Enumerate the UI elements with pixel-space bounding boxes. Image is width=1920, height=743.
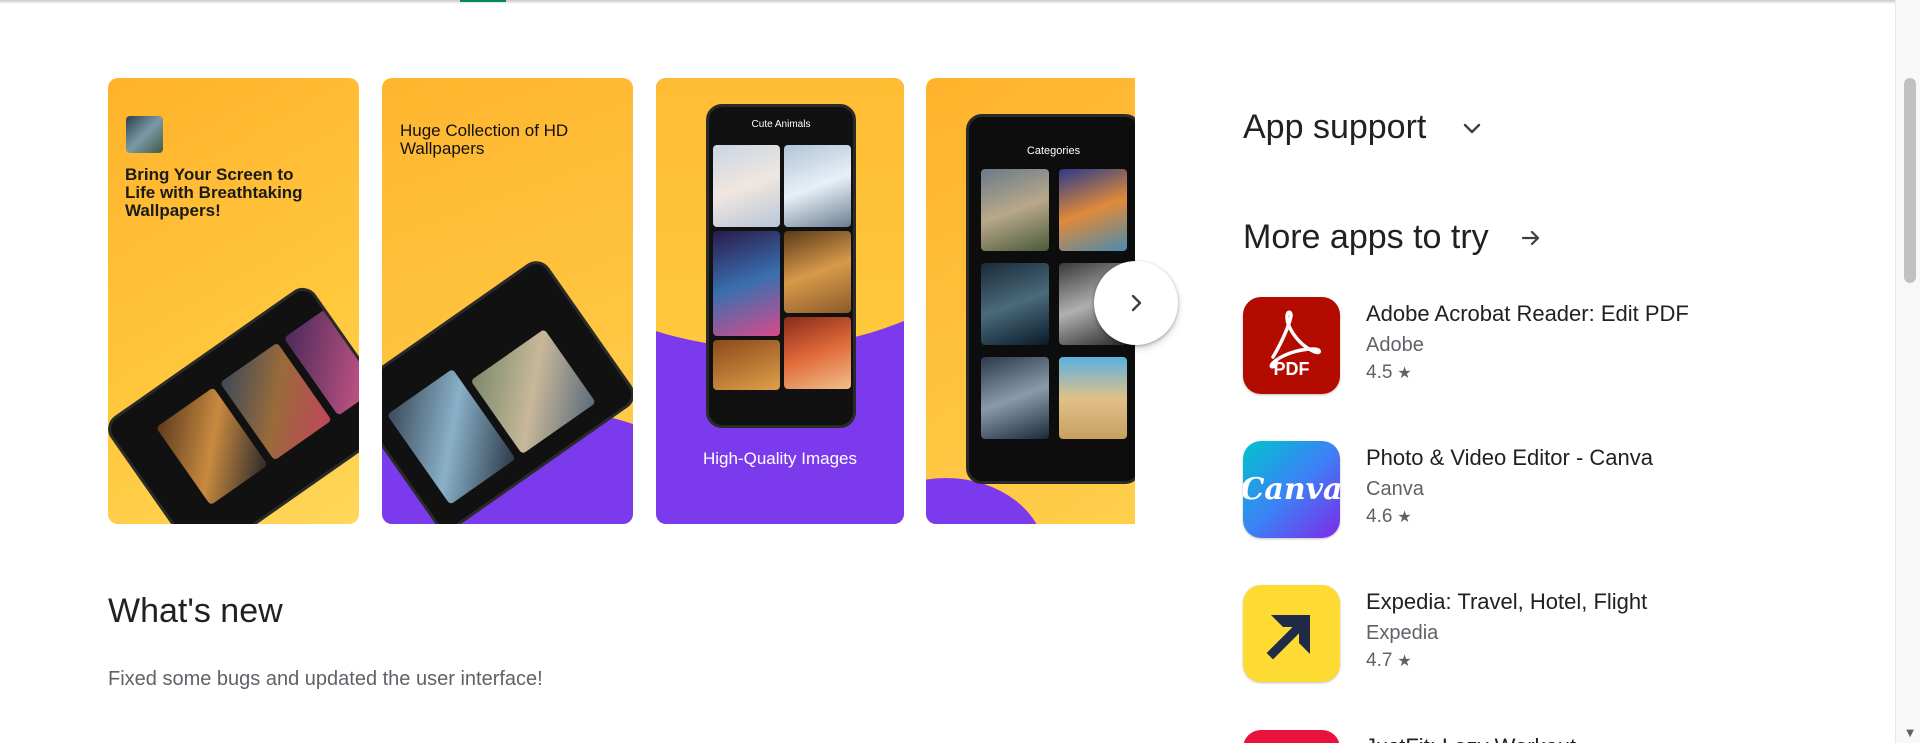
phone-mockup: Cute Animals	[706, 104, 856, 428]
screenshot-1[interactable]: Bring Your Screen to Life with Breathtak…	[108, 78, 359, 524]
phone-mockup	[108, 281, 359, 524]
rating-value: 4.6	[1366, 506, 1393, 527]
app-name[interactable]: JustFit: Lazy Workout	[1365, 734, 1576, 743]
app-list-item[interactable]: Expedia: Travel, Hotel, Flight Expedia 4…	[1243, 585, 1647, 682]
app-rating: 4.6 ★	[1366, 505, 1653, 529]
screenshot-2-caption: Huge Collection of HD Wallpapers	[400, 121, 569, 158]
more-apps-header[interactable]: More apps to try	[1243, 218, 1543, 257]
adobe-pdf-label: PDF	[1273, 359, 1310, 379]
app-name: Expedia: Travel, Hotel, Flight	[1366, 589, 1648, 614]
screenshot-1-caption: Bring Your Screen to Life with Breathtak…	[125, 165, 303, 220]
more-apps-heading: More apps to try	[1243, 218, 1489, 256]
app-list-item[interactable]: PDF Adobe Acrobat Reader: Edit PDF Adobe…	[1243, 297, 1689, 394]
expedia-icon[interactable]	[1243, 585, 1340, 682]
rating-value: 4.5	[1366, 362, 1393, 383]
scrollbar-thumb[interactable]	[1904, 78, 1916, 283]
phone-screen-title: Categories	[1026, 145, 1081, 157]
screenshot-3-caption: High-Quality Images	[702, 449, 857, 468]
app-developer: Expedia	[1366, 622, 1439, 644]
phone-screen-title: Cute Animals	[751, 119, 811, 130]
star-icon: ★	[1397, 507, 1412, 526]
app-support-section[interactable]: App support	[1243, 108, 1484, 147]
screenshot-3[interactable]: Cute Animals High-Quality Images	[656, 78, 904, 524]
page-scrollbar[interactable]: ▼	[1895, 0, 1920, 743]
canva-icon[interactable]: Canva	[1243, 441, 1340, 538]
scroll-down-arrow-icon[interactable]: ▼	[1906, 728, 1914, 739]
rating-value: 4.7	[1366, 650, 1393, 671]
chevron-down-icon[interactable]	[1460, 116, 1484, 140]
app-developer: Adobe	[1366, 334, 1424, 356]
screenshot-carousel: Bring Your Screen to Life with Breathtak…	[108, 78, 1135, 524]
screenshot-2[interactable]: Huge Collection of HD Wallpapers	[382, 78, 633, 524]
app-developer: Canva	[1366, 478, 1424, 500]
app-support-heading: App support	[1243, 108, 1427, 146]
app-rating: 4.5 ★	[1366, 361, 1689, 385]
whats-new-heading: What's new	[108, 592, 283, 630]
chevron-right-icon	[1131, 294, 1142, 312]
adobe-acrobat-icon[interactable]: PDF	[1243, 297, 1340, 394]
app-name: Adobe Acrobat Reader: Edit PDF	[1366, 301, 1689, 326]
star-icon: ★	[1397, 651, 1412, 670]
carousel-next-button[interactable]	[1094, 261, 1178, 345]
app-rating: 4.7 ★	[1366, 649, 1647, 673]
canva-logo-text: Canva	[1243, 472, 1340, 507]
star-icon: ★	[1397, 363, 1412, 382]
app-logo-icon	[126, 116, 163, 153]
whats-new-text: Fixed some bugs and updated the user int…	[108, 668, 543, 690]
app-list-item[interactable]: Canva Photo & Video Editor - Canva Canva…	[1243, 441, 1653, 538]
active-tab-indicator	[460, 0, 506, 2]
app-name: Photo & Video Editor - Canva	[1366, 445, 1653, 470]
arrow-right-icon[interactable]	[1519, 226, 1543, 250]
top-bar-shadow	[0, 0, 1895, 4]
justfit-icon[interactable]	[1243, 730, 1340, 743]
